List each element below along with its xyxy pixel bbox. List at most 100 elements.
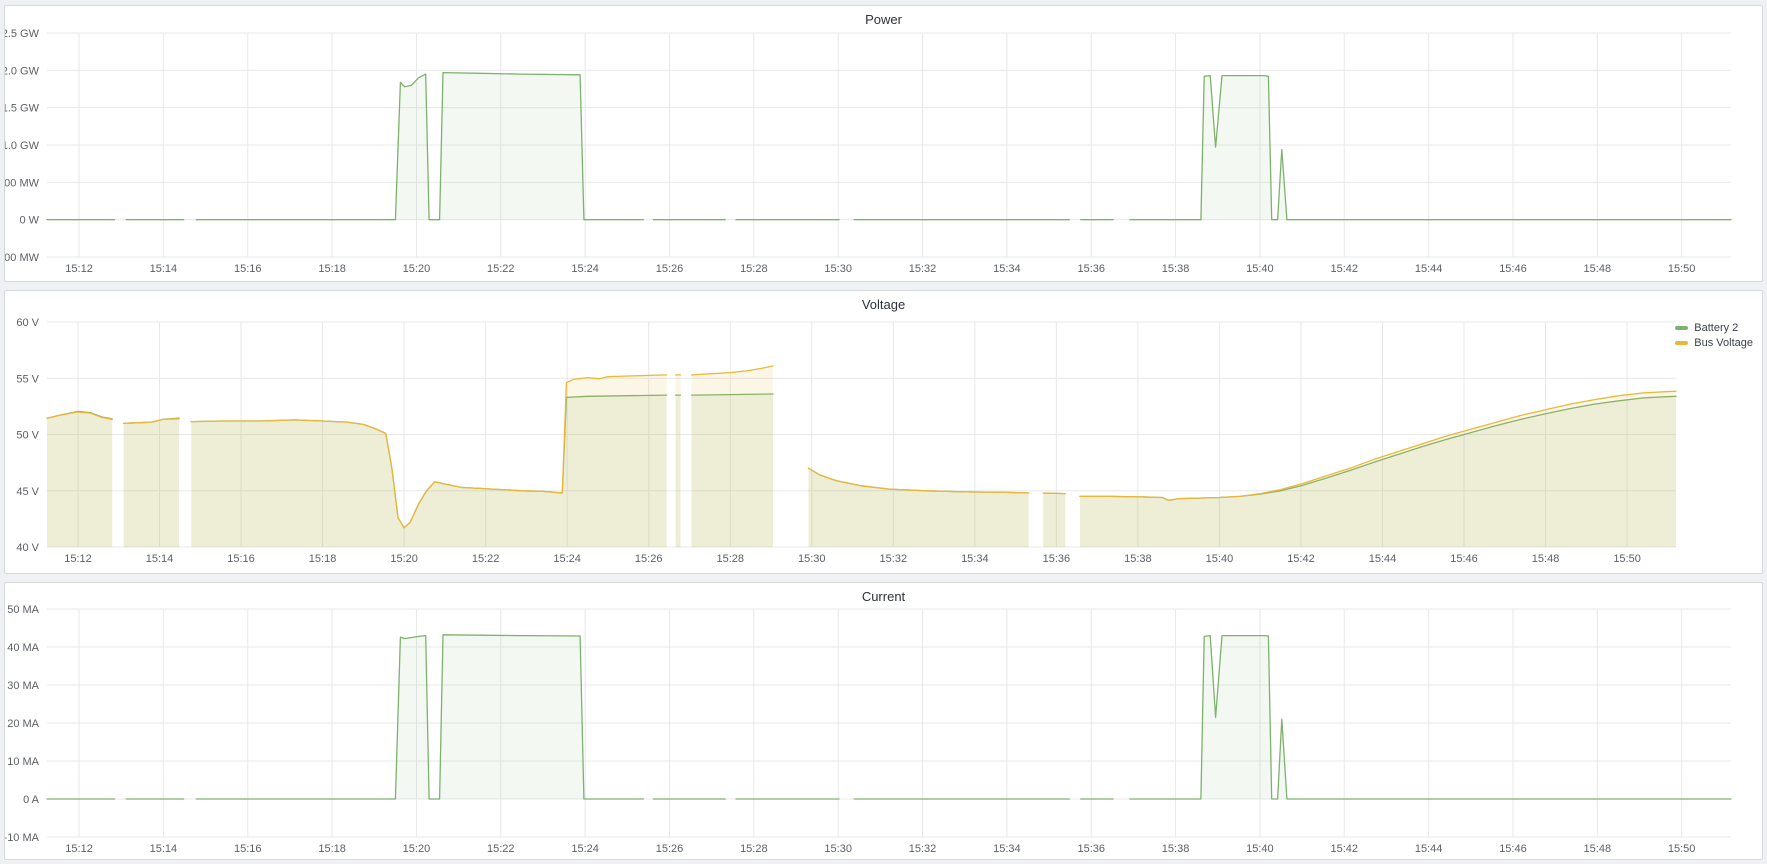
legend-label: Bus Voltage bbox=[1694, 337, 1753, 349]
x-axis-tick-label: 15:12 bbox=[65, 843, 93, 855]
series-area-bus-voltage bbox=[191, 375, 666, 547]
x-axis-tick-label: 15:26 bbox=[635, 553, 663, 565]
power-chart-plot[interactable]: 2.5 GW 2.0 GW 1.5 GW 1.0 GW 500 MW 0 W -500 MW… bbox=[5, 6, 1762, 281]
x-axis-tick-label: 15:38 bbox=[1124, 553, 1152, 565]
voltage-chart-plot[interactable]: 60 V55 V50 V45 V40 V15:1215:1415:1615:18… bbox=[5, 291, 1762, 573]
x-axis-tick-label: 15:40 bbox=[1206, 553, 1234, 565]
x-axis-tick-label: 15:16 bbox=[234, 263, 262, 275]
series-area-bus-voltage bbox=[1080, 391, 1676, 547]
x-axis-tick-label: 15:30 bbox=[824, 843, 852, 855]
series-area-current bbox=[196, 635, 643, 799]
current-panel: Current 50 MA40 MA30 MA20 MA10 MA0 A-10 … bbox=[4, 582, 1763, 860]
x-axis-tick-label: 15:28 bbox=[740, 263, 768, 275]
series-area-bus-voltage bbox=[124, 419, 180, 547]
y-axis-tick-label: 45 V bbox=[16, 486, 39, 498]
x-axis-tick-label: 15:50 bbox=[1613, 553, 1641, 565]
y-axis-tick-label: 55 V bbox=[16, 373, 39, 385]
legend-swatch-icon bbox=[1675, 326, 1688, 330]
x-axis-tick-label: 15:22 bbox=[487, 843, 515, 855]
y-axis-tick-label: -500 MW bbox=[5, 252, 40, 264]
y-axis-tick-label: 20 MA bbox=[7, 718, 39, 730]
x-axis-tick-label: 15:34 bbox=[993, 263, 1021, 275]
y-axis-tick-label: 2.0 GW bbox=[5, 65, 40, 77]
legend-label: Battery 2 bbox=[1694, 322, 1738, 334]
x-axis-tick-label: 15:28 bbox=[740, 843, 768, 855]
x-axis-tick-label: 15:46 bbox=[1499, 843, 1527, 855]
x-axis-tick-label: 15:38 bbox=[1162, 843, 1190, 855]
x-axis-tick-label: 15:32 bbox=[880, 553, 908, 565]
x-axis-tick-label: 15:12 bbox=[64, 553, 92, 565]
x-axis-tick-label: 15:24 bbox=[553, 553, 581, 565]
series-area-bus-voltage bbox=[47, 412, 112, 547]
series-area-bus-voltage bbox=[692, 366, 774, 547]
x-axis-tick-label: 15:26 bbox=[656, 843, 684, 855]
x-axis-tick-label: 15:34 bbox=[961, 553, 989, 565]
x-axis-tick-label: 15:20 bbox=[403, 843, 431, 855]
x-axis-tick-label: 15:18 bbox=[318, 843, 346, 855]
y-axis-tick-label: 60 V bbox=[16, 317, 39, 329]
y-axis-tick-label: 500 MW bbox=[5, 177, 40, 189]
x-axis-tick-label: 15:14 bbox=[146, 553, 174, 565]
y-axis-tick-label: 1.5 GW bbox=[5, 103, 40, 115]
y-axis-tick-label: 40 V bbox=[16, 542, 39, 554]
series-area-power bbox=[196, 73, 643, 220]
x-axis-tick-label: 15:36 bbox=[1077, 263, 1105, 275]
x-axis-tick-label: 15:12 bbox=[65, 263, 93, 275]
legend-item-bus-voltage[interactable]: Bus Voltage bbox=[1675, 337, 1753, 349]
power-panel: Power 2.5 GW2.0 GW1.5 GW1.0 GW500 MW0 W-… bbox=[4, 5, 1763, 282]
x-axis-tick-label: 15:30 bbox=[824, 263, 852, 275]
y-axis-tick-label: 1.0 GW bbox=[5, 140, 40, 152]
x-axis-tick-label: 15:50 bbox=[1668, 843, 1696, 855]
x-axis-tick-label: 15:28 bbox=[716, 553, 744, 565]
series-line-bus-voltage bbox=[1043, 493, 1065, 494]
y-axis-tick-label: 0 W bbox=[19, 215, 39, 227]
x-axis-tick-label: 15:44 bbox=[1415, 263, 1443, 275]
x-axis-tick-label: 15:36 bbox=[1077, 843, 1105, 855]
x-axis-tick-label: 15:14 bbox=[150, 263, 178, 275]
x-axis-tick-label: 15:34 bbox=[993, 843, 1021, 855]
x-axis-tick-label: 15:42 bbox=[1287, 553, 1315, 565]
x-axis-tick-label: 15:48 bbox=[1584, 263, 1612, 275]
y-axis-tick-label: 10 MA bbox=[7, 756, 39, 768]
y-axis-tick-label: 50 MA bbox=[7, 604, 39, 616]
x-axis-tick-label: 15:26 bbox=[656, 263, 684, 275]
x-axis-tick-label: 15:18 bbox=[318, 263, 346, 275]
series-area-bus-voltage bbox=[809, 468, 1029, 547]
voltage-panel: Voltage 60 V55 V50 V45 V40 V15:1215:1415… bbox=[4, 290, 1763, 574]
x-axis-tick-label: 15:16 bbox=[234, 843, 262, 855]
x-axis-tick-label: 15:18 bbox=[309, 553, 337, 565]
y-axis-tick-label: -10 MA bbox=[5, 832, 40, 844]
x-axis-tick-label: 15:48 bbox=[1532, 553, 1560, 565]
x-axis-tick-label: 15:46 bbox=[1450, 553, 1478, 565]
y-axis-tick-label: 2.5 GW bbox=[5, 28, 40, 40]
x-axis-tick-label: 15:46 bbox=[1499, 263, 1527, 275]
legend: Battery 2 Bus Voltage bbox=[1675, 322, 1753, 349]
voltage-chart-svg: 60 V55 V50 V45 V40 V15:1215:1415:1615:18… bbox=[5, 291, 1762, 573]
x-axis-tick-label: 15:38 bbox=[1162, 263, 1190, 275]
x-axis-tick-label: 15:20 bbox=[403, 263, 431, 275]
x-axis-tick-label: 15:50 bbox=[1668, 263, 1696, 275]
y-axis-tick-label: 40 MA bbox=[7, 642, 39, 654]
x-axis-tick-label: 15:24 bbox=[571, 263, 599, 275]
x-axis-tick-label: 15:40 bbox=[1246, 263, 1274, 275]
x-axis-tick-label: 15:30 bbox=[798, 553, 826, 565]
x-axis-tick-label: 15:42 bbox=[1331, 843, 1359, 855]
y-axis-tick-label: 50 V bbox=[16, 430, 39, 442]
current-chart-svg: 50 MA40 MA30 MA20 MA10 MA0 A-10 MA15:121… bbox=[5, 583, 1762, 859]
power-chart-svg: 2.5 GW 2.0 GW 1.5 GW 1.0 GW 500 MW 0 W -500 MW… bbox=[5, 6, 1762, 281]
series-area-bus-voltage bbox=[1043, 493, 1065, 547]
x-axis-tick-label: 15:44 bbox=[1415, 843, 1443, 855]
x-axis-tick-label: 15:32 bbox=[909, 843, 937, 855]
x-axis-tick-label: 15:44 bbox=[1369, 553, 1397, 565]
series-area-bus-voltage bbox=[676, 375, 681, 547]
y-axis-tick-label: 0 A bbox=[23, 794, 40, 806]
x-axis-tick-label: 15:48 bbox=[1584, 843, 1612, 855]
x-axis-tick-label: 15:36 bbox=[1043, 553, 1071, 565]
x-axis-tick-label: 15:32 bbox=[909, 263, 937, 275]
x-axis-tick-label: 15:20 bbox=[390, 553, 418, 565]
x-axis-tick-label: 15:24 bbox=[571, 843, 599, 855]
x-axis-tick-label: 15:42 bbox=[1331, 263, 1359, 275]
legend-swatch-icon bbox=[1675, 341, 1688, 345]
legend-item-battery-2[interactable]: Battery 2 bbox=[1675, 322, 1753, 334]
current-chart-plot[interactable]: 50 MA40 MA30 MA20 MA10 MA0 A-10 MA15:121… bbox=[5, 583, 1762, 859]
